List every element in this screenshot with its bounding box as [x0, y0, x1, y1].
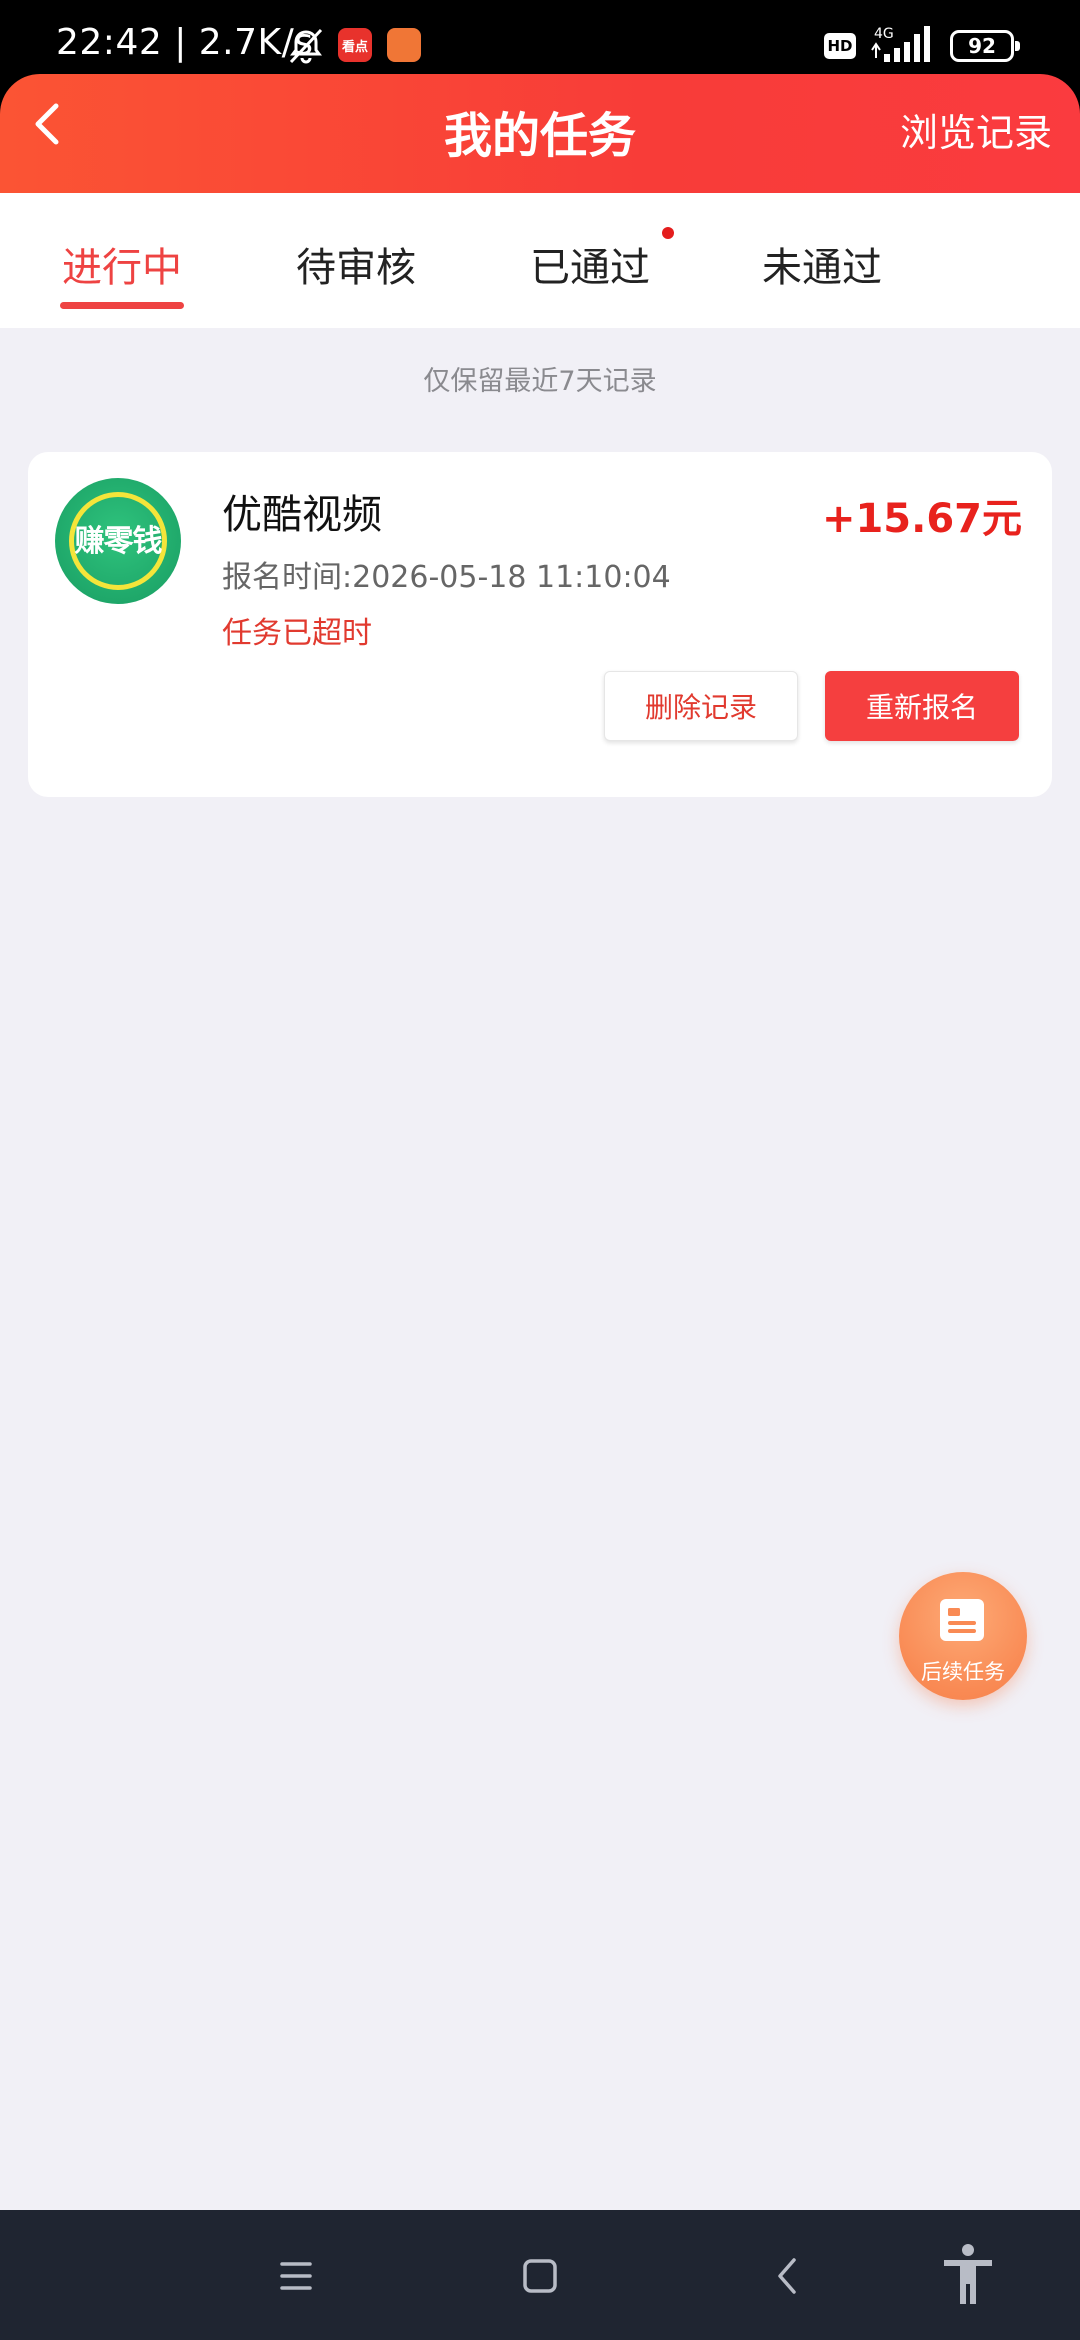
- active-tab-indicator: [60, 302, 184, 309]
- accessibility-icon[interactable]: [938, 2242, 998, 2306]
- fab-label: 后续任务: [921, 1660, 1005, 1684]
- tab-approved[interactable]: 已通过: [530, 235, 650, 293]
- task-status: 任务已超时: [222, 616, 372, 651]
- signup-time: 报名时间:2026-05-18 11:10:04: [222, 560, 671, 595]
- task-card[interactable]: 赚零钱 优酷视频 +15.67元 报名时间:2026-05-18 11:10:0…: [28, 452, 1052, 797]
- system-nav-bar: [0, 2210, 1080, 2340]
- tab-approved-badge-dot: [662, 227, 674, 239]
- battery-indicator: 92: [950, 30, 1020, 62]
- retention-notice: 仅保留最近7天记录: [423, 366, 657, 397]
- signal-icon: [871, 26, 930, 62]
- tab-in-progress[interactable]: 进行中: [62, 235, 182, 293]
- shop-notification-icon: [387, 28, 421, 62]
- status-time: 22:42 | 2.7K/s: [56, 22, 314, 63]
- delete-record-button[interactable]: 删除记录: [604, 671, 798, 741]
- back-chevron-icon[interactable]: [760, 2248, 816, 2304]
- tab-pending-review[interactable]: 待审核: [296, 235, 416, 293]
- app-notification-icon: 看点: [338, 28, 372, 62]
- browse-history-link[interactable]: 浏览记录: [900, 102, 1052, 157]
- task-reward: +15.67元: [821, 496, 1022, 542]
- status-tabs: 进行中 待审核 已通过 未通过: [0, 193, 1080, 328]
- bell-off-icon: [289, 28, 323, 64]
- home-square-icon[interactable]: [512, 2248, 568, 2304]
- tab-rejected[interactable]: 未通过: [762, 235, 882, 293]
- task-name: 优酷视频: [222, 492, 382, 538]
- resign-up-button[interactable]: 重新报名: [825, 671, 1019, 741]
- task-list-icon: [940, 1599, 984, 1641]
- logo-text: 赚零钱: [74, 524, 163, 559]
- hd-badge: HD: [824, 33, 856, 59]
- menu-icon[interactable]: [268, 2248, 324, 2304]
- task-logo: 赚零钱: [55, 478, 181, 604]
- follow-up-tasks-button[interactable]: 后续任务: [899, 1572, 1027, 1700]
- app-header: 我的任务 浏览记录: [0, 74, 1080, 193]
